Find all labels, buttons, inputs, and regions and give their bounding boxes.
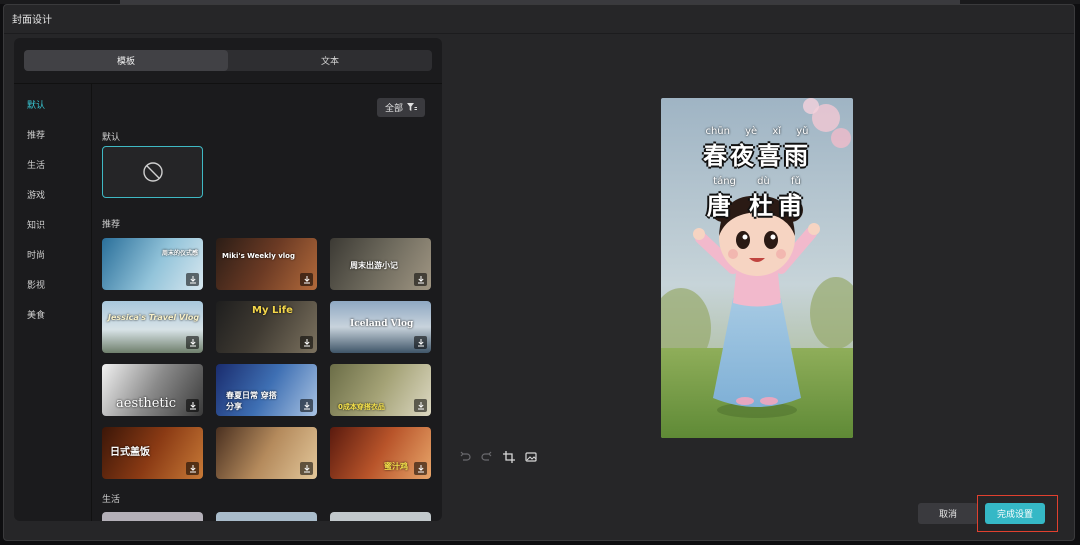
template-thumb[interactable] (216, 427, 317, 479)
download-icon[interactable] (300, 273, 313, 286)
no-template-card[interactable] (102, 146, 203, 198)
category-recommended[interactable]: 推荐 (27, 128, 45, 141)
template-thumb[interactable]: 日式盖饭 (102, 427, 203, 479)
redo-icon[interactable] (480, 450, 494, 464)
download-icon[interactable] (300, 399, 313, 412)
download-icon[interactable] (414, 336, 427, 349)
filter-button[interactable]: 全部 (377, 98, 425, 117)
template-thumb[interactable] (330, 512, 431, 521)
download-icon[interactable] (414, 399, 427, 412)
template-thumb[interactable]: Jessica's Travel Vlog (102, 301, 203, 353)
preview-toolbar (458, 450, 538, 464)
filter-icon (407, 103, 417, 111)
category-knowledge[interactable]: 知识 (27, 218, 45, 231)
template-thumb[interactable]: 0成本穿搭衣品 (330, 364, 431, 416)
template-thumb[interactable] (102, 512, 203, 521)
download-icon[interactable] (186, 336, 199, 349)
no-template-icon (142, 162, 163, 182)
template-grid-area: 全部 默认 推荐 周末的仪式感 Miki's Weekly vlog 周末出游小… (92, 84, 442, 521)
category-default[interactable]: 默认 (27, 98, 45, 111)
category-food[interactable]: 美食 (27, 308, 45, 321)
tab-template[interactable]: 模板 (24, 50, 228, 71)
category-game[interactable]: 游戏 (27, 188, 45, 201)
template-thumb[interactable]: My Life (216, 301, 317, 353)
highlight-box (977, 495, 1058, 532)
cover-preview: chūn yè xǐ yǔ 春夜喜雨 táng dù fǔ 唐 杜甫 (661, 98, 853, 438)
section-life-label: 生活 (102, 495, 121, 505)
template-thumb[interactable]: 周末的仪式感 (102, 238, 203, 290)
template-thumb[interactable] (216, 512, 317, 521)
image-replace-icon[interactable] (524, 450, 538, 464)
preview-title-line2[interactable]: 唐 杜甫 (661, 186, 853, 221)
template-thumb[interactable]: Iceland Vlog (330, 301, 431, 353)
template-thumb[interactable]: aesthetic (102, 364, 203, 416)
download-icon[interactable] (414, 273, 427, 286)
undo-icon[interactable] (458, 450, 472, 464)
template-thumb[interactable]: Miki's Weekly vlog (216, 238, 317, 290)
template-thumb[interactable]: 周末出游小记 (330, 238, 431, 290)
section-recommended-label: 推荐 (102, 220, 121, 230)
filter-label: 全部 (384, 104, 403, 114)
category-fashion[interactable]: 时尚 (27, 248, 45, 261)
category-film[interactable]: 影视 (27, 278, 45, 291)
section-default-label: 默认 (102, 133, 121, 143)
template-panel: 模板 文本 默认 推荐 生活 游戏 知识 时尚 影视 美食 全部 默认 推荐 周… (14, 38, 442, 521)
download-icon[interactable] (186, 273, 199, 286)
download-icon[interactable] (186, 399, 199, 412)
preview-title-line1[interactable]: 春夜喜雨 (661, 136, 853, 171)
download-icon[interactable] (300, 336, 313, 349)
download-icon[interactable] (186, 462, 199, 475)
tab-text[interactable]: 文本 (228, 50, 432, 71)
cancel-button[interactable]: 取消 (918, 503, 978, 524)
download-icon[interactable] (300, 462, 313, 475)
category-sidebar: 默认 推荐 生活 游戏 知识 时尚 影视 美食 (14, 84, 92, 521)
dialog-title: 封面设计 (12, 15, 52, 26)
template-thumb[interactable]: 春夏日常 穿搭分享 (216, 364, 317, 416)
template-thumb[interactable]: 蜜汁鸡 (330, 427, 431, 479)
download-icon[interactable] (414, 462, 427, 475)
tab-bar: 模板 文本 (24, 50, 432, 71)
crop-icon[interactable] (502, 450, 516, 464)
category-life[interactable]: 生活 (27, 158, 45, 171)
